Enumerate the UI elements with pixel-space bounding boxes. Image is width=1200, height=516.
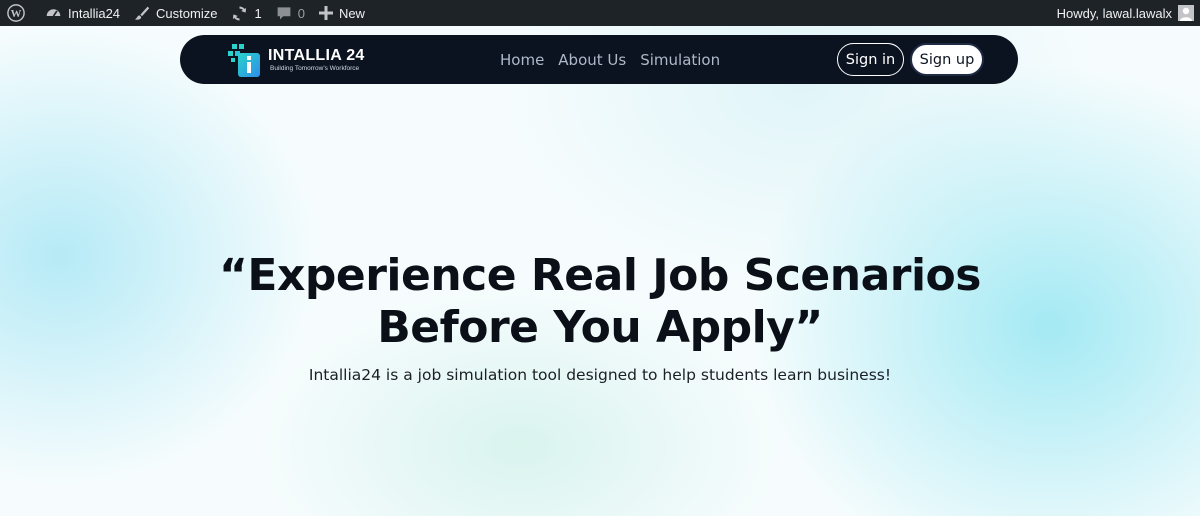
site-name-label: Intallia24 [68, 5, 121, 21]
updates-icon [231, 5, 248, 22]
wordpress-logo-icon: W [7, 4, 25, 22]
customize-label: Customize [156, 5, 218, 21]
hero-headline-line2: Before You Apply” [377, 302, 823, 353]
hero-headline-line1: “Experience Real Job Scenarios [219, 250, 981, 301]
hero-headline: “Experience Real Job Scenarios Before Yo… [0, 250, 1200, 354]
wp-admin-bar: W Intallia24 Customize 1 0 New Howdy, la… [0, 0, 1200, 26]
hero-subtitle: Intallia24 is a job simulation tool desi… [308, 366, 892, 384]
wordpress-menu[interactable]: W [0, 0, 38, 26]
hero-section: INTALLIA 24 Building Tomorrow's Workforc… [0, 26, 1200, 516]
svg-text:W: W [11, 8, 22, 20]
comments-icon [276, 5, 292, 21]
new-label: New [338, 5, 365, 21]
logo-name: INTALLIA 24 [268, 47, 365, 64]
nav-link-about-us[interactable]: About Us [558, 51, 626, 69]
site-name-menu[interactable]: Intallia24 [38, 0, 127, 26]
avatar [1178, 5, 1194, 21]
nav-links: Home About Us Simulation [500, 35, 734, 84]
new-content-menu[interactable]: New [312, 0, 372, 26]
site-navbar: INTALLIA 24 Building Tomorrow's Workforc… [180, 35, 1018, 84]
nav-link-simulation[interactable]: Simulation [640, 51, 720, 69]
plus-icon [318, 6, 333, 20]
dashboard-icon [45, 5, 62, 22]
customize-menu[interactable]: Customize [127, 0, 224, 26]
comments-count: 0 [297, 5, 305, 21]
nav-link-home[interactable]: Home [500, 51, 544, 69]
sign-up-button[interactable]: Sign up [910, 43, 984, 76]
site-logo[interactable]: INTALLIA 24 Building Tomorrow's Workforc… [228, 41, 368, 79]
logo-tagline: Building Tomorrow's Workforce [270, 65, 360, 72]
comments-menu[interactable]: 0 [269, 0, 312, 26]
updates-count: 1 [254, 5, 262, 21]
brush-icon [134, 5, 150, 21]
my-account-menu[interactable]: Howdy, lawal.lawalx [1057, 5, 1200, 21]
updates-menu[interactable]: 1 [224, 0, 268, 26]
sign-in-button[interactable]: Sign in [837, 43, 904, 76]
logo-mark-icon [228, 42, 264, 78]
howdy-greeting: Howdy, lawal.lawalx [1056, 5, 1172, 21]
